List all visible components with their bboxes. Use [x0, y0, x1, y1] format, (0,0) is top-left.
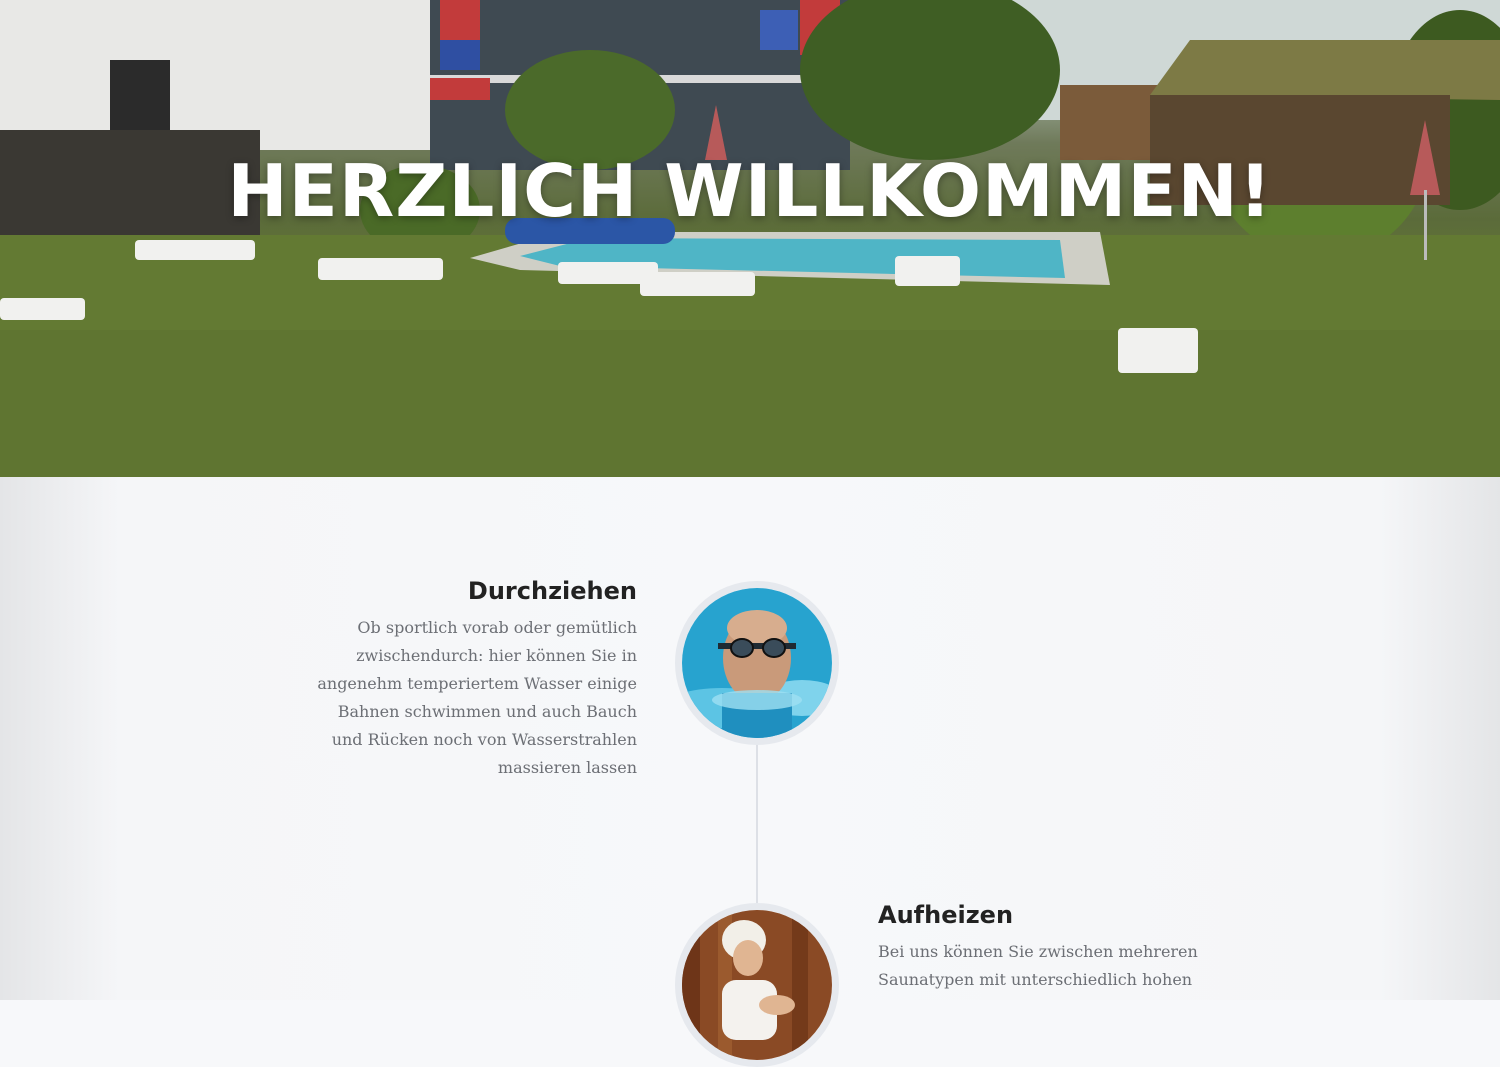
- feature-text-durchziehen: Ob sportlich vorab oder gemütlich zwisch…: [317, 618, 637, 777]
- feature-title-durchziehen: Durchziehen: [467, 577, 637, 605]
- hero-background-photo: [0, 0, 1500, 477]
- hero-banner: HERZLICH WILLKOMMEN!: [0, 0, 1500, 477]
- sauna-woman-photo: [675, 903, 839, 1067]
- timeline-connector: [756, 745, 758, 910]
- swimmer-photo: [675, 581, 839, 745]
- feature-title-aufheizen: Aufheizen: [878, 901, 1014, 929]
- feature-text-aufheizen: Bei uns können Sie zwischen mehreren Sau…: [878, 942, 1198, 989]
- hero-title: HERZLICH WILLKOMMEN!: [227, 149, 1273, 233]
